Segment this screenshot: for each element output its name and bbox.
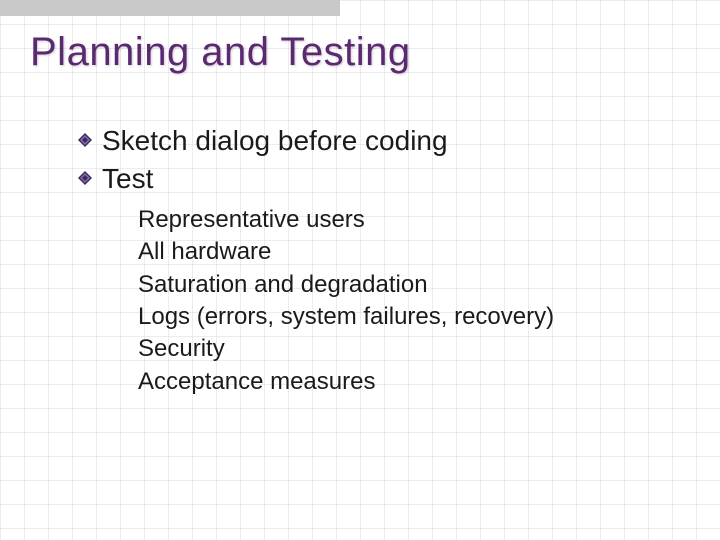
sub-bullet-item: All hardware (138, 236, 690, 268)
bullet-item: Sketch dialog before coding (78, 123, 690, 159)
bullet-list: Sketch dialog before coding Test Represe… (30, 123, 690, 398)
sub-bullet-item: Security (138, 333, 690, 365)
sub-bullet-list: Representative users All hardware Satura… (102, 204, 690, 398)
sub-bullet-item: Logs (errors, system failures, recovery) (138, 301, 690, 333)
slide-content: Planning and Testing Sketch dialog befor… (0, 0, 720, 398)
bullet-text: Sketch dialog before coding (102, 125, 448, 156)
diamond-bullet-icon (78, 171, 92, 185)
sub-bullet-item: Acceptance measures (138, 366, 690, 398)
diamond-bullet-icon (78, 133, 92, 147)
sub-bullet-item: Saturation and degradation (138, 269, 690, 301)
bullet-text: Test (102, 163, 153, 194)
slide-title: Planning and Testing (30, 30, 690, 75)
bullet-item: Test Representative users All hardware S… (78, 161, 690, 398)
sub-bullet-item: Representative users (138, 204, 690, 236)
